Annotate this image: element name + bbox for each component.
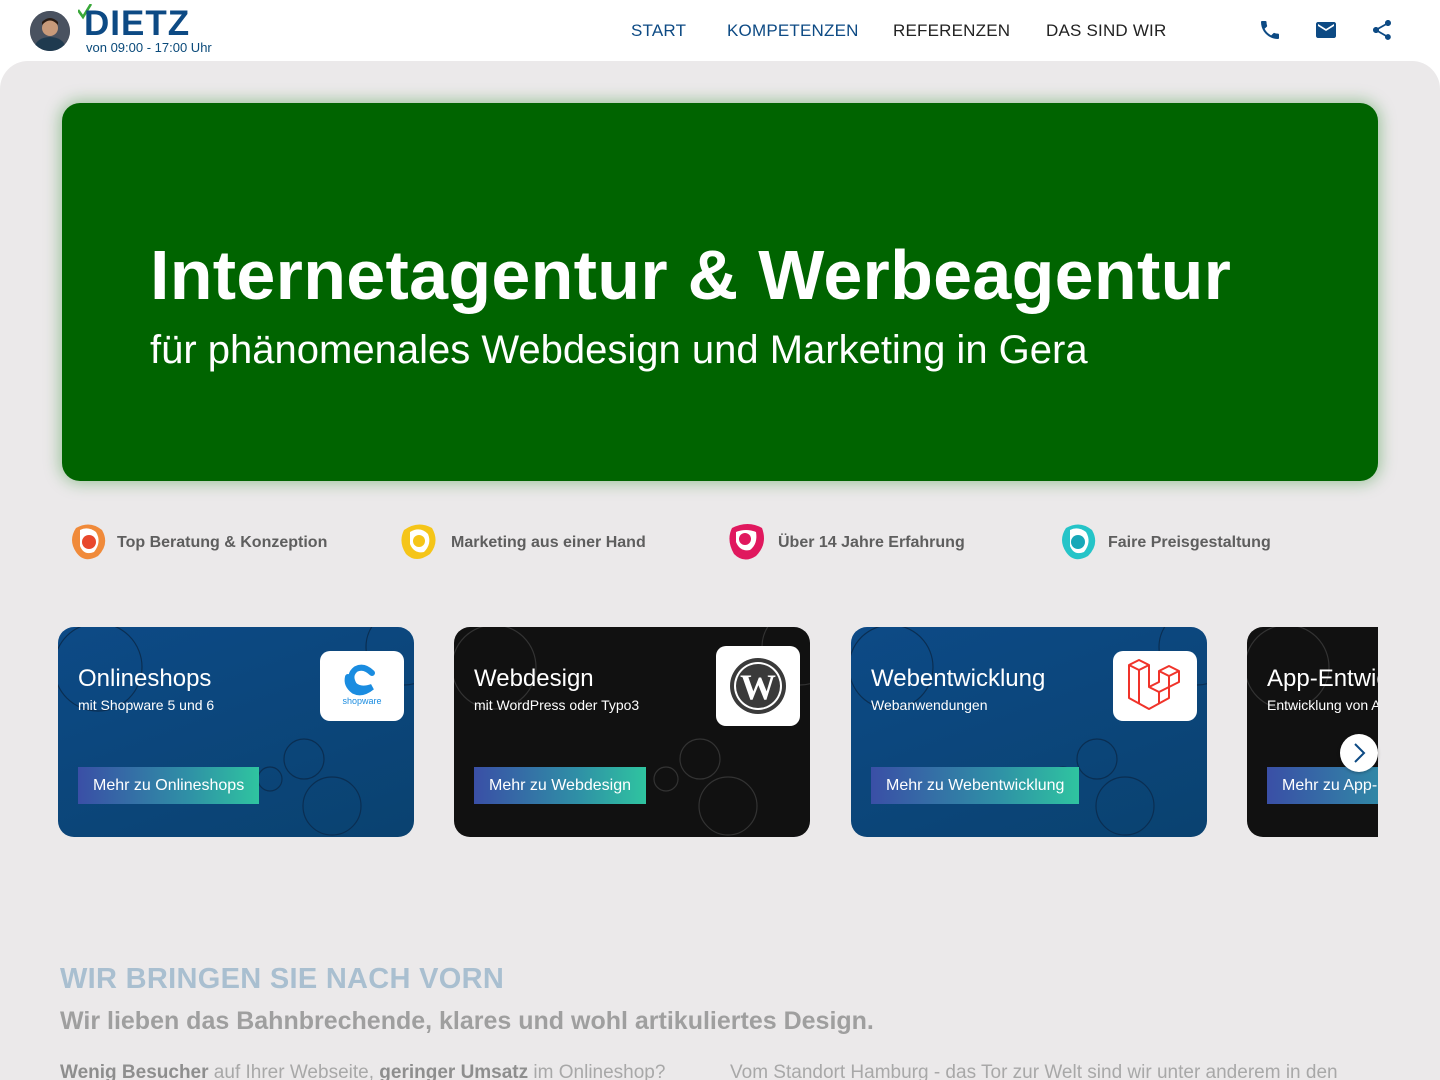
body-text: im Onlineshop? bbox=[528, 1062, 666, 1080]
section-body-right: Vom Standort Hamburg - das Tor zur Welt … bbox=[730, 1062, 1338, 1080]
main-nav: START KOMPETENZEN REFERENZEN DAS SIND WI… bbox=[0, 0, 1440, 61]
site-header: DIETZ von 09:00 - 17:00 Uhr START KOMPET… bbox=[0, 0, 1440, 61]
body-strong: Wenig Besucher bbox=[60, 1062, 209, 1080]
feature-label: Über 14 Jahre Erfahrung bbox=[778, 534, 965, 551]
pink-blob-icon bbox=[729, 524, 764, 560]
yellow-blob-icon bbox=[401, 524, 436, 559]
feature-preis: Faire Preisgestaltung bbox=[1060, 522, 1360, 562]
app-entwicklung-button[interactable]: Mehr zu App-Entwicklung bbox=[1267, 767, 1378, 804]
chevron-right-icon bbox=[1354, 743, 1366, 763]
hero-subtitle: für phänomenales Webdesign und Marketing… bbox=[150, 328, 1088, 372]
card-title: Onlineshops bbox=[78, 665, 212, 692]
body-strong: geringer Umsatz bbox=[379, 1062, 529, 1080]
service-slider: Onlineshops mit Shopware 5 und 6 shopwar… bbox=[58, 627, 1378, 837]
section-title: Wir lieben das Bahnbrechende, klares und… bbox=[60, 1007, 874, 1035]
wordpress-logo: W bbox=[716, 646, 800, 726]
feature-marketing: Marketing aus einer Hand bbox=[400, 522, 700, 562]
slider-next-button[interactable] bbox=[1340, 734, 1378, 772]
laravel-logo bbox=[1113, 651, 1197, 721]
card-webentwicklung[interactable]: Webentwicklung Webanwendungen Mehr zu We… bbox=[851, 627, 1207, 837]
main-content: Internetagentur & Werbeagentur für phäno… bbox=[0, 61, 1440, 1080]
shopware-logo: shopware bbox=[320, 651, 404, 721]
onlineshops-button[interactable]: Mehr zu Onlineshops bbox=[78, 767, 260, 804]
feature-erfahrung: Über 14 Jahre Erfahrung bbox=[728, 522, 1028, 562]
phone-icon[interactable] bbox=[1258, 18, 1282, 42]
orange-blob-icon bbox=[72, 524, 106, 560]
card-subtitle: Entwicklung von Apps bbox=[1267, 697, 1378, 713]
bubble-decoration bbox=[1247, 627, 1330, 710]
hero-title: Internetagentur & Werbeagentur bbox=[150, 236, 1232, 314]
shopware-logo-text: shopware bbox=[342, 696, 381, 706]
feature-label: Top Beratung & Konzeption bbox=[117, 534, 328, 551]
card-subtitle: Webanwendungen bbox=[871, 697, 988, 713]
mail-icon[interactable] bbox=[1314, 18, 1338, 42]
card-app-entwicklung[interactable]: App-Entwicklung Entwicklung von Apps Meh… bbox=[1247, 627, 1378, 837]
feature-label: Faire Preisgestaltung bbox=[1108, 534, 1271, 551]
section-body: Wenig Besucher auf Ihrer Webseite, gerin… bbox=[60, 1062, 665, 1080]
feature-beratung: Top Beratung & Konzeption bbox=[70, 522, 370, 562]
nav-referenzen[interactable]: REFERENZEN bbox=[893, 21, 1010, 41]
share-icon[interactable] bbox=[1370, 18, 1394, 42]
svg-text:W: W bbox=[740, 667, 776, 707]
webdesign-button[interactable]: Mehr zu Webdesign bbox=[474, 767, 646, 804]
nav-das-sind-wir[interactable]: DAS SIND WIR bbox=[1046, 21, 1166, 41]
nav-kompetenzen[interactable]: KOMPETENZEN bbox=[727, 21, 859, 41]
card-onlineshops[interactable]: Onlineshops mit Shopware 5 und 6 shopwar… bbox=[58, 627, 414, 837]
card-subtitle: mit Shopware 5 und 6 bbox=[78, 697, 215, 713]
card-webdesign[interactable]: Webdesign mit WordPress oder Typo3 W Meh… bbox=[454, 627, 810, 837]
webentwicklung-button[interactable]: Mehr zu Webentwicklung bbox=[871, 767, 1080, 804]
card-subtitle: mit WordPress oder Typo3 bbox=[474, 697, 640, 713]
feature-label: Marketing aus einer Hand bbox=[451, 534, 646, 551]
section-kicker: WIR BRINGEN SIE NACH VORN bbox=[60, 963, 505, 995]
card-title: Webdesign bbox=[474, 665, 594, 692]
card-title: Webentwicklung bbox=[871, 665, 1046, 692]
teal-blob-icon bbox=[1062, 524, 1096, 560]
card-title: App-Entwicklung bbox=[1267, 665, 1378, 692]
nav-start[interactable]: START bbox=[631, 21, 686, 41]
body-text: auf Ihrer Webseite, bbox=[208, 1062, 380, 1080]
hero-banner: Internetagentur & Werbeagentur für phäno… bbox=[62, 103, 1378, 481]
